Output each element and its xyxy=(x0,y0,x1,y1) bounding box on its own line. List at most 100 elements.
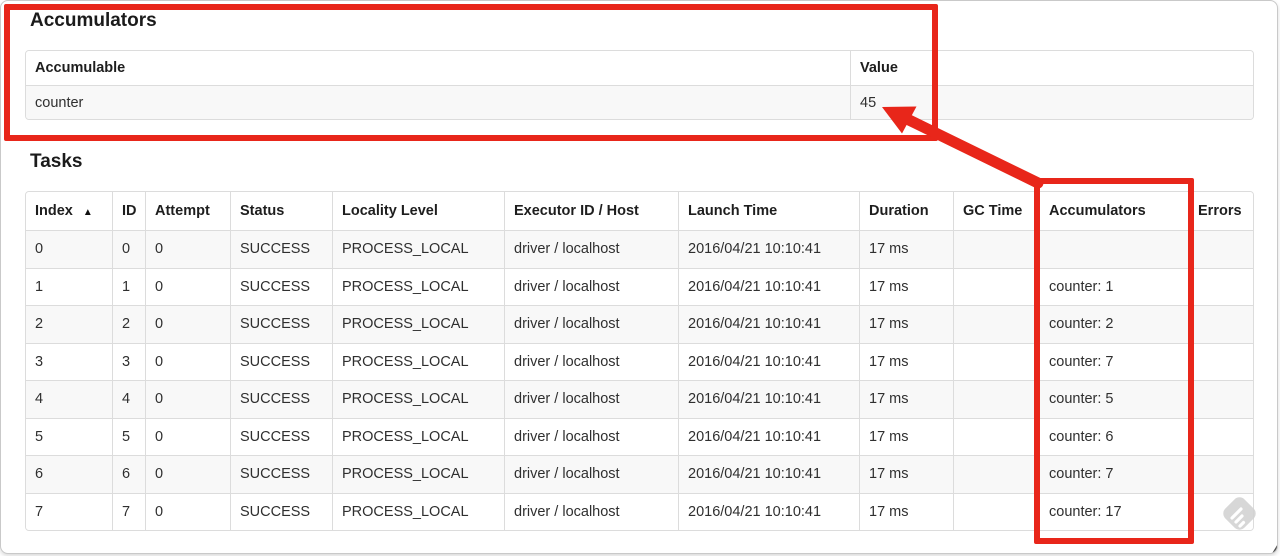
cell-launch-time: 2016/04/21 10:10:41 xyxy=(678,230,859,268)
cell-index: 0 xyxy=(26,230,112,268)
col-header-id[interactable]: ID xyxy=(112,192,145,230)
col-header-accumulable[interactable]: Accumulable xyxy=(26,51,850,85)
cell-errors xyxy=(1188,305,1253,343)
cell-id: 3 xyxy=(112,342,145,380)
cell-launch-time: 2016/04/21 10:10:41 xyxy=(678,305,859,343)
cell-duration: 17 ms xyxy=(859,417,953,455)
cell-executor-id-host: driver / localhost xyxy=(504,305,678,343)
cell-index: 2 xyxy=(26,305,112,343)
cell-accumulators: counter: 2 xyxy=(1039,305,1188,343)
cell-id: 7 xyxy=(112,492,145,530)
cell-accumulators xyxy=(1039,230,1188,268)
cell-executor-id-host: driver / localhost xyxy=(504,380,678,418)
cell-status: SUCCESS xyxy=(230,492,332,530)
cell-attempt: 0 xyxy=(145,267,230,305)
cell-accumulators: counter: 17 xyxy=(1039,492,1188,530)
cell-launch-time: 2016/04/21 10:10:41 xyxy=(678,417,859,455)
table-row: 0 0 0 SUCCESS PROCESS_LOCAL driver / localhos… xyxy=(26,230,1253,268)
cell-launch-time: 2016/04/21 10:10:41 xyxy=(678,455,859,493)
col-header-executor-id-host[interactable]: Executor ID / Host xyxy=(504,192,678,230)
cell-errors xyxy=(1188,455,1253,493)
cell-accumulators: counter: 7 xyxy=(1039,342,1188,380)
cell-index: 1 xyxy=(26,267,112,306)
cell-launch-time: 2016/04/21 10:10:41 xyxy=(678,380,859,418)
cell-executor-id-host: driver / localhost xyxy=(504,230,678,268)
cell-executor-id-host: driver / localhost xyxy=(504,342,678,380)
cell-locality-level: PROCESS_LOCAL xyxy=(332,230,504,268)
cell-locality-level: PROCESS_LOCAL xyxy=(332,380,504,418)
cell-gc-time xyxy=(953,342,1039,380)
cell-errors xyxy=(1188,342,1253,380)
col-header-duration[interactable]: Duration xyxy=(859,192,953,230)
cell-accumulators: counter: 1 xyxy=(1039,267,1188,305)
table-row: 7 7 0 SUCCESS PROCESS_LOCAL driver / localhos… xyxy=(26,492,1253,531)
cell-accumulators: counter: 5 xyxy=(1039,380,1188,418)
cell-id: 4 xyxy=(112,380,145,418)
tasks-table-body: 0 0 0 SUCCESS PROCESS_LOCAL driver / localhos… xyxy=(26,230,1253,530)
cell-launch-time: 2016/04/21 10:10:41 xyxy=(678,342,859,380)
accumulators-table-body: counter 45 xyxy=(26,85,1253,119)
table-row: 6 6 0 SUCCESS PROCESS_LOCAL driver / localhos… xyxy=(26,455,1253,493)
cell-errors xyxy=(1188,417,1253,455)
cell-gc-time xyxy=(953,267,1039,305)
cell-status: SUCCESS xyxy=(230,230,332,268)
cursor-arrow-tip xyxy=(1272,545,1277,553)
col-header-gc-time[interactable]: GC Time xyxy=(953,192,1039,230)
cell-status: SUCCESS xyxy=(230,455,332,493)
cell-launch-time: 2016/04/21 10:10:41 xyxy=(678,492,859,530)
col-header-errors[interactable]: Errors xyxy=(1188,192,1253,230)
col-header-attempt[interactable]: Attempt xyxy=(145,192,230,230)
cell-status: SUCCESS xyxy=(230,417,332,455)
accumulators-header-row: Accumulable Value xyxy=(26,51,1253,85)
cell-locality-level: PROCESS_LOCAL xyxy=(332,267,504,305)
table-row: counter 45 xyxy=(26,85,1253,119)
cell-attempt: 0 xyxy=(145,455,230,493)
cell-duration: 17 ms xyxy=(859,380,953,418)
col-header-locality-level[interactable]: Locality Level xyxy=(332,192,504,230)
cell-attempt: 0 xyxy=(145,380,230,418)
cell-locality-level: PROCESS_LOCAL xyxy=(332,417,504,455)
table-row: 3 3 0 SUCCESS PROCESS_LOCAL driver / localhos… xyxy=(26,342,1253,381)
cell-id: 6 xyxy=(112,455,145,493)
cell-duration: 17 ms xyxy=(859,342,953,380)
col-header-value[interactable]: Value xyxy=(850,51,1253,85)
cell-executor-id-host: driver / localhost xyxy=(504,492,678,530)
cell-gc-time xyxy=(953,492,1039,530)
col-header-status[interactable]: Status xyxy=(230,192,332,230)
cell-accumulable: counter xyxy=(26,85,850,119)
cell-index: 6 xyxy=(26,455,112,493)
cell-attempt: 0 xyxy=(145,417,230,455)
cell-executor-id-host: driver / localhost xyxy=(504,267,678,305)
cell-launch-time: 2016/04/21 10:10:41 xyxy=(678,267,859,305)
col-header-index[interactable]: Index ▲ xyxy=(26,192,112,230)
cell-index: 5 xyxy=(26,417,112,456)
cell-gc-time xyxy=(953,417,1039,455)
cell-id: 5 xyxy=(112,417,145,455)
col-header-accumulators[interactable]: Accumulators xyxy=(1039,192,1188,230)
col-header-index-label: Index xyxy=(35,203,73,219)
cell-status: SUCCESS xyxy=(230,267,332,305)
col-header-launch-time[interactable]: Launch Time xyxy=(678,192,859,230)
cell-locality-level: PROCESS_LOCAL xyxy=(332,342,504,380)
cell-index: 7 xyxy=(26,492,112,531)
accumulators-section-title: Accumulators xyxy=(30,10,157,31)
cell-accumulators: counter: 7 xyxy=(1039,455,1188,493)
cell-duration: 17 ms xyxy=(859,492,953,530)
cell-value: 45 xyxy=(850,85,1253,119)
cell-executor-id-host: driver / localhost xyxy=(504,417,678,455)
tasks-header-row: Index ▲ ID Attempt Status Locality Level … xyxy=(26,192,1253,230)
cell-locality-level: PROCESS_LOCAL xyxy=(332,455,504,493)
table-row: 2 2 0 SUCCESS PROCESS_LOCAL driver / localhos… xyxy=(26,305,1253,343)
cell-index: 3 xyxy=(26,342,112,381)
cell-duration: 17 ms xyxy=(859,455,953,493)
cell-gc-time xyxy=(953,230,1039,268)
table-row: 5 5 0 SUCCESS PROCESS_LOCAL driver / localhos… xyxy=(26,417,1253,456)
cell-id: 1 xyxy=(112,267,145,305)
cell-index: 4 xyxy=(26,380,112,418)
cell-attempt: 0 xyxy=(145,230,230,268)
cell-status: SUCCESS xyxy=(230,342,332,380)
table-row: 1 1 0 SUCCESS PROCESS_LOCAL driver / localhos… xyxy=(26,267,1253,306)
cell-duration: 17 ms xyxy=(859,230,953,268)
cell-errors xyxy=(1188,230,1253,268)
table-row: 4 4 0 SUCCESS PROCESS_LOCAL driver / localhos… xyxy=(26,380,1253,418)
